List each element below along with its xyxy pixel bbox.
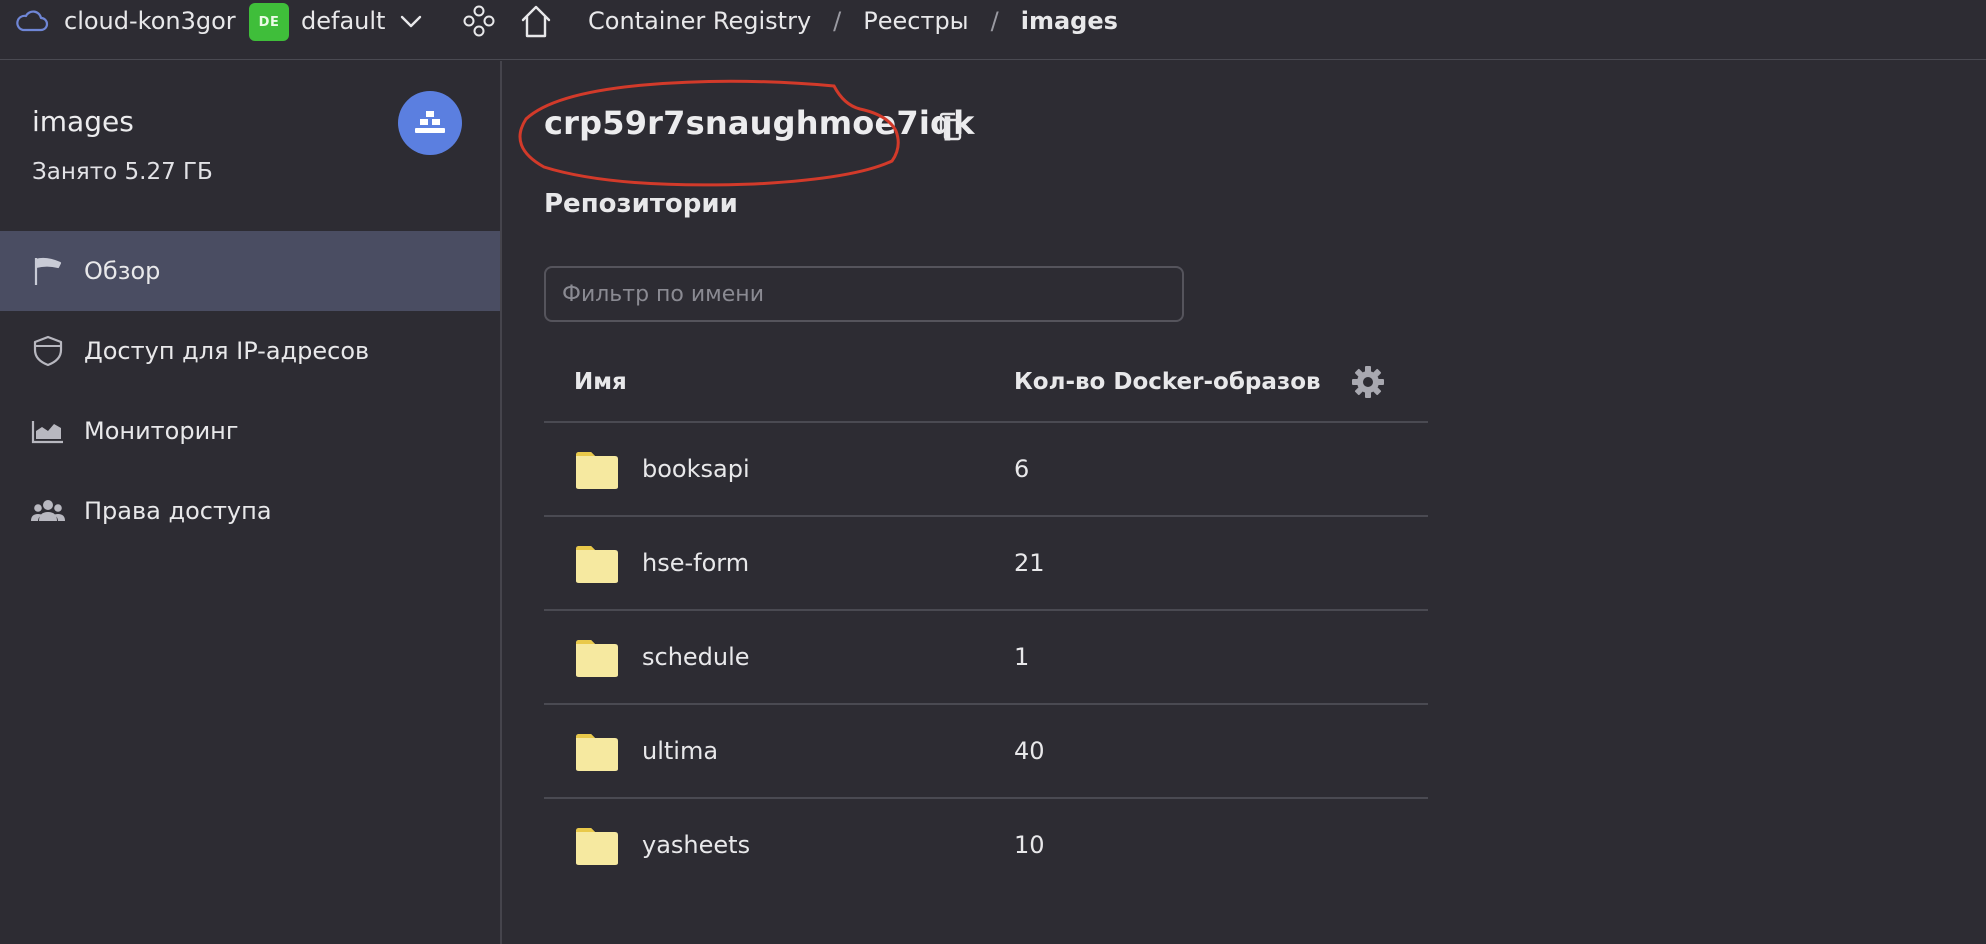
table-row[interactable]: ultima 40 bbox=[544, 705, 1428, 799]
breadcrumb-separator: / bbox=[833, 7, 842, 35]
folder-icon bbox=[576, 452, 618, 489]
repositories-table: Имя Кол-во Docker-образов booksapi 6 hse… bbox=[544, 343, 1428, 893]
repository-name: hse-form bbox=[642, 549, 750, 577]
image-count: 6 bbox=[1014, 455, 1030, 483]
breadcrumb-separator: / bbox=[990, 7, 999, 35]
page-title: crp59r7snaughmoe7iqk bbox=[544, 104, 975, 142]
flag-icon bbox=[34, 257, 62, 285]
registry-icon bbox=[415, 111, 445, 133]
table-header: Имя Кол-во Docker-образов bbox=[544, 343, 1428, 423]
table-row[interactable]: hse-form 21 bbox=[544, 517, 1428, 611]
repository-name: booksapi bbox=[642, 455, 750, 483]
sidebar-item-label: Доступ для IP-адресов bbox=[84, 337, 370, 365]
sidebar-item-monitoring[interactable]: Мониторинг bbox=[0, 391, 500, 471]
image-count: 40 bbox=[1014, 737, 1045, 765]
filter-input[interactable] bbox=[544, 266, 1184, 322]
image-count: 10 bbox=[1014, 831, 1045, 859]
table-row[interactable]: yasheets 10 bbox=[544, 799, 1428, 893]
breadcrumb-registries[interactable]: Реестры bbox=[863, 6, 968, 36]
sidebar-item-label: Права доступа bbox=[84, 497, 272, 525]
breadcrumb: Container Registry / Реестры / images bbox=[588, 6, 1118, 36]
table-row[interactable]: schedule 1 bbox=[544, 611, 1428, 705]
chevron-down-icon[interactable] bbox=[398, 10, 424, 32]
chart-icon bbox=[31, 421, 63, 444]
top-bar: cloud-kon3gor DE default Container Regis… bbox=[0, 0, 1986, 60]
breadcrumb-container-registry[interactable]: Container Registry bbox=[588, 6, 811, 36]
repository-name: yasheets bbox=[642, 831, 751, 859]
sidebar-item-permissions[interactable]: Права доступа bbox=[0, 471, 500, 551]
gear-icon[interactable] bbox=[1350, 364, 1386, 400]
cloud-icon[interactable] bbox=[14, 6, 50, 38]
cloud-name[interactable]: cloud-kon3gor bbox=[64, 6, 236, 36]
users-icon bbox=[31, 500, 65, 521]
sidebar-item-label: Мониторинг bbox=[84, 417, 239, 445]
section-title: Репозитории bbox=[544, 189, 738, 219]
registry-usage: Занято 5.27 ГБ bbox=[32, 159, 213, 185]
breadcrumb-current: images bbox=[1020, 7, 1118, 35]
home-icon[interactable] bbox=[518, 2, 554, 40]
sidebar-item-overview[interactable]: Обзор bbox=[0, 231, 500, 311]
image-count: 21 bbox=[1014, 549, 1045, 577]
folder-icon bbox=[576, 546, 618, 583]
sidebar: images Занято 5.27 ГБ Обзор Доступ для I… bbox=[0, 61, 502, 944]
folder-icon bbox=[576, 640, 618, 677]
avatar bbox=[398, 91, 462, 155]
folder-icon bbox=[576, 828, 618, 865]
shield-icon bbox=[33, 335, 63, 367]
services-icon[interactable] bbox=[462, 4, 496, 38]
folder-badge[interactable]: DE bbox=[249, 3, 289, 41]
copy-icon[interactable] bbox=[936, 111, 966, 143]
folder-icon bbox=[576, 734, 618, 771]
table-row[interactable]: booksapi 6 bbox=[544, 423, 1428, 517]
repository-name: ultima bbox=[642, 737, 719, 765]
column-header-count[interactable]: Кол-во Docker-образов bbox=[1014, 365, 1321, 399]
main-content: crp59r7snaughmoe7iqk Репозитории Имя Кол… bbox=[504, 61, 1986, 944]
image-count: 1 bbox=[1014, 643, 1030, 671]
registry-name: images bbox=[32, 105, 134, 138]
sidebar-nav: Обзор Доступ для IP-адресов Мониторинг П… bbox=[0, 231, 500, 551]
column-header-name[interactable]: Имя bbox=[574, 365, 627, 399]
sidebar-item-label: Обзор bbox=[84, 257, 161, 285]
sidebar-item-ip-access[interactable]: Доступ для IP-адресов bbox=[0, 311, 500, 391]
folder-name[interactable]: default bbox=[301, 6, 385, 36]
repository-name: schedule bbox=[642, 643, 750, 671]
